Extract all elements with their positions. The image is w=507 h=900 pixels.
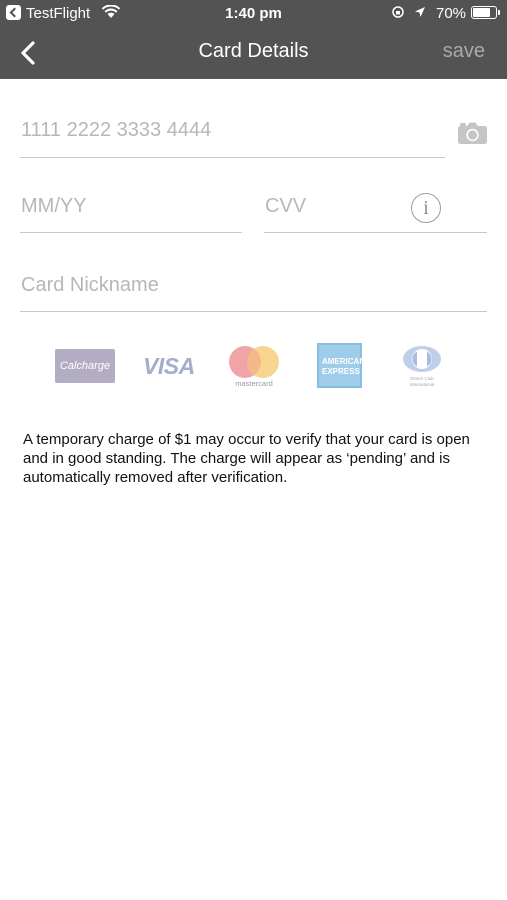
diners-label-1: Diners Club: [410, 376, 434, 381]
amex-line-2: EXPRESS: [322, 367, 360, 376]
status-time: 1:40 pm: [225, 5, 282, 22]
battery-icon: [471, 6, 497, 19]
status-bar: TestFlight 1:40 pm 70%: [0, 0, 507, 28]
card-nickname-placeholder: Card Nickname: [21, 274, 159, 296]
card-nickname-field[interactable]: Card Nickname: [20, 274, 487, 312]
save-button[interactable]: save: [443, 40, 485, 63]
expiry-field[interactable]: MM/YY: [20, 195, 242, 233]
calcharge-logo: Calcharge: [55, 349, 115, 383]
battery-percent: 70%: [436, 5, 467, 22]
orientation-lock-icon: [392, 6, 404, 18]
amex-logo: AMERICAN EXPRESS: [317, 343, 366, 388]
diners-label-2: International: [410, 382, 435, 387]
visa-logo: VISA: [143, 353, 195, 379]
amex-line-1: AMERICAN: [322, 357, 366, 366]
page-title: Card Details: [198, 40, 309, 62]
mastercard-label: mastercard: [235, 379, 273, 388]
cvv-placeholder: CVV: [265, 195, 307, 217]
card-number-field[interactable]: 1111 2222 3333 4444: [20, 119, 445, 158]
battery-fill: [473, 8, 490, 17]
diners-club-logo: Diners Club International: [403, 346, 441, 387]
battery-nub: [498, 10, 500, 15]
card-number-placeholder: 1111 2222 3333 4444: [21, 119, 212, 141]
verification-note: A temporary charge of $1 may occur to ve…: [23, 431, 470, 486]
mastercard-logo: mastercard: [229, 346, 279, 388]
expiry-placeholder: MM/YY: [21, 195, 87, 217]
info-icon[interactable]: i: [411, 193, 441, 223]
camera-icon[interactable]: [457, 121, 488, 145]
location-arrow-icon: [415, 7, 425, 17]
top-bar: TestFlight 1:40 pm 70% Card Details save: [0, 0, 507, 79]
cvv-field[interactable]: CVV: [264, 195, 487, 233]
nav-bar: Card Details save: [0, 28, 507, 79]
